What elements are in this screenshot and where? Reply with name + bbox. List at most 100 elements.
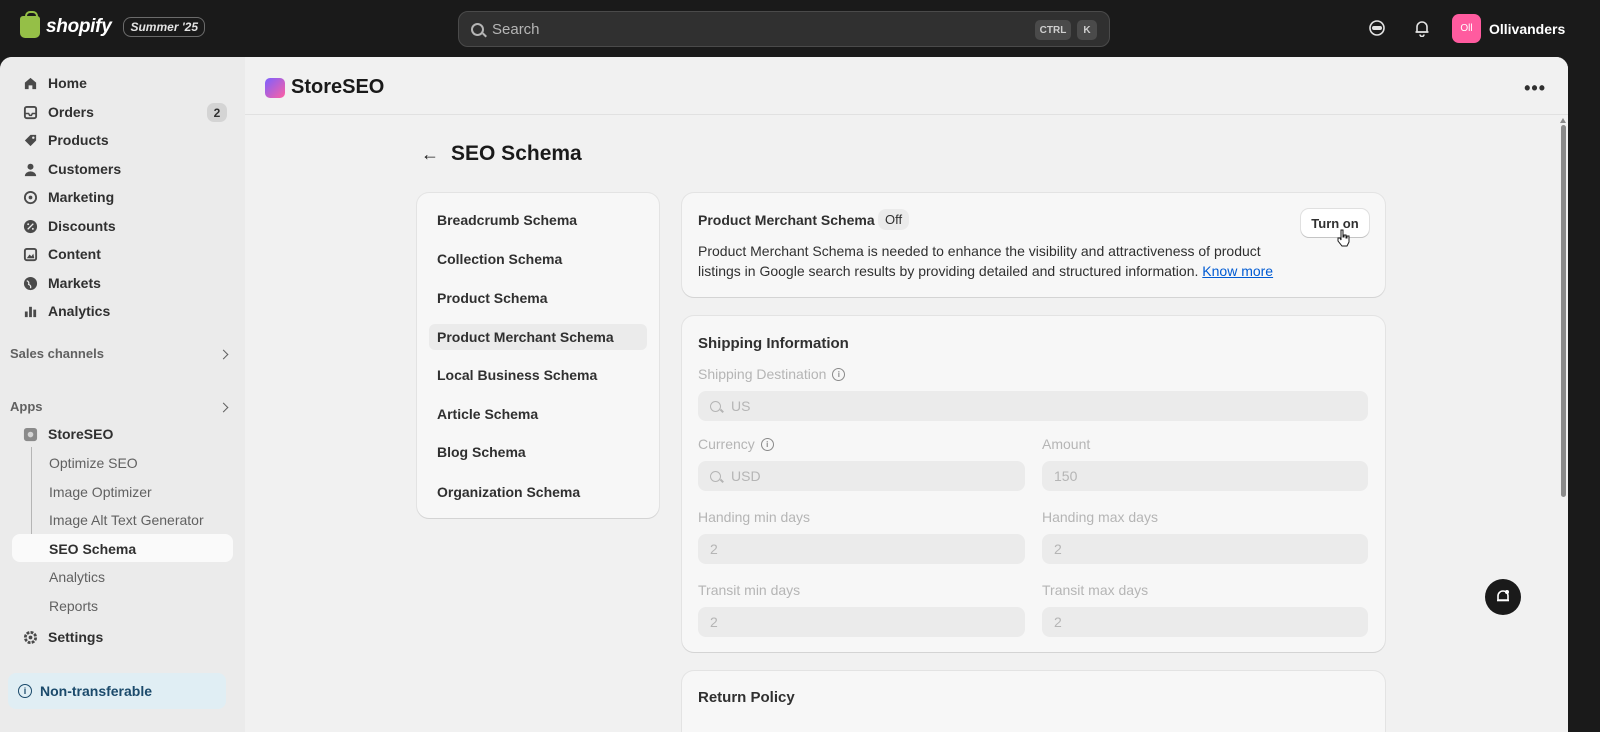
shopify-bag-icon	[20, 11, 40, 38]
notification-fab[interactable]	[1485, 579, 1521, 615]
home-icon	[22, 75, 38, 91]
search-icon	[710, 470, 721, 482]
amount-field[interactable]: 150	[1042, 461, 1368, 491]
transit-max-label: Transit max days	[1042, 582, 1149, 598]
sidebar-item-label: Discounts	[48, 218, 116, 234]
merchant-description: Product Merchant Schema is needed to enh…	[698, 241, 1298, 281]
sidebar-item-label: Orders	[48, 104, 94, 120]
handling-min-label: Handing min days	[698, 509, 811, 525]
sidekick-icon[interactable]	[1367, 18, 1387, 38]
scrollbar-thumb[interactable]	[1561, 125, 1566, 497]
schema-item-article[interactable]: Article Schema	[437, 406, 538, 422]
chevron-right-icon[interactable]	[218, 349, 229, 360]
sidebar-item-products[interactable]: Products	[12, 126, 233, 154]
sidebar-subitem-analytics[interactable]: Analytics	[49, 569, 105, 585]
sidebar-item-orders[interactable]: Orders 2	[12, 98, 233, 126]
app-header: StoreSEO •••	[245, 57, 1568, 115]
storeseo-app-icon	[22, 426, 38, 442]
amount-label: Amount	[1042, 436, 1091, 452]
status-badge: Off	[878, 209, 910, 230]
chevron-right-icon[interactable]	[218, 402, 229, 413]
info-icon[interactable]: i	[760, 437, 774, 451]
discount-icon	[22, 218, 38, 234]
more-actions-icon[interactable]: •••	[1524, 78, 1546, 99]
sidebar-item-content[interactable]: Content	[12, 240, 233, 268]
sidebar-item-markets[interactable]: Markets	[12, 269, 233, 297]
tag-icon	[22, 132, 38, 148]
shortcut-ctrl-key: CTRL	[1035, 20, 1071, 40]
hand-cursor-icon	[1337, 229, 1350, 247]
sidebar-subitem-seo-schema[interactable]: SEO Schema	[49, 541, 136, 557]
app-title: StoreSEO	[265, 76, 384, 99]
scroll-up-arrow[interactable]	[1560, 118, 1566, 123]
info-icon: i	[18, 684, 32, 698]
schema-item-blog[interactable]: Blog Schema	[437, 444, 526, 460]
transit-max-field[interactable]: 2	[1042, 607, 1368, 637]
field-value: USD	[731, 468, 761, 484]
shipping-destination-label: Shipping Destination i	[698, 366, 846, 382]
non-transferable-notice[interactable]: i Non-transferable	[8, 673, 226, 709]
sidebar-item-home[interactable]: Home	[12, 69, 233, 97]
bar-chart-icon	[22, 303, 38, 319]
inbox-icon	[22, 104, 38, 120]
merchant-schema-title: Product Merchant Schema	[698, 212, 875, 228]
info-icon[interactable]: i	[832, 367, 846, 381]
handling-max-label: Handing max days	[1042, 509, 1158, 525]
sidebar-subitem-alt-text-generator[interactable]: Image Alt Text Generator	[49, 512, 204, 528]
search-icon	[471, 22, 484, 36]
page-title: ← SEO Schema	[421, 142, 582, 166]
shipping-destination-field[interactable]: US	[698, 391, 1368, 421]
search-bar[interactable]: Search CTRL K	[458, 11, 1110, 47]
storeseo-logo-icon	[265, 77, 285, 98]
handling-min-field[interactable]: 2	[698, 534, 1025, 564]
top-bar: shopify Summer '25 Search CTRL K Oll Oll…	[0, 0, 1600, 57]
brand-name: shopify	[46, 16, 112, 37]
sidebar-subitem-reports[interactable]: Reports	[49, 598, 98, 614]
schema-item-breadcrumb[interactable]: Breadcrumb Schema	[437, 212, 577, 228]
currency-label: Currency i	[698, 436, 774, 452]
schema-item-organization[interactable]: Organization Schema	[437, 484, 580, 500]
store-name: Ollivanders	[1489, 20, 1566, 37]
tree-connector	[31, 447, 32, 545]
sidebar-item-label: Customers	[48, 161, 122, 177]
sidebar-item-marketing[interactable]: Marketing	[12, 183, 233, 211]
globe-icon	[22, 275, 38, 291]
sidebar-item-storeseo[interactable]: StoreSEO	[12, 420, 233, 448]
sidebar-item-customers[interactable]: Customers	[12, 155, 233, 183]
sidebar-item-label: StoreSEO	[48, 426, 114, 442]
sidebar-item-discounts[interactable]: Discounts	[12, 212, 233, 240]
target-icon	[22, 189, 38, 205]
know-more-link[interactable]: Know more	[1202, 263, 1273, 279]
bell-icon[interactable]	[1412, 18, 1432, 38]
return-policy-title: Return Policy	[698, 689, 795, 706]
shipping-information-card: Shipping Information Shipping Destinatio…	[682, 316, 1385, 652]
sidebar-item-label: Markets	[48, 275, 101, 291]
schema-item-collection[interactable]: Collection Schema	[437, 251, 562, 267]
sidebar-item-label: Marketing	[48, 189, 115, 205]
sidebar-subitem-optimize-seo[interactable]: Optimize SEO	[49, 455, 138, 471]
schema-item-product-merchant[interactable]: Product Merchant Schema	[437, 329, 614, 345]
person-icon	[22, 161, 38, 177]
shipping-section-title: Shipping Information	[698, 335, 849, 352]
sidebar-item-settings[interactable]: Settings	[12, 623, 233, 651]
shopify-logo[interactable]: shopify Summer '25	[20, 11, 206, 38]
back-arrow-icon[interactable]: ←	[421, 144, 439, 165]
transit-min-field[interactable]: 2	[698, 607, 1025, 637]
apps-heading[interactable]: Apps	[10, 399, 43, 414]
handling-max-field[interactable]: 2	[1042, 534, 1368, 564]
sales-channels-heading[interactable]: Sales channels	[10, 346, 104, 361]
turn-on-button[interactable]: Turn on	[1301, 209, 1369, 237]
sidebar-item-analytics[interactable]: Analytics	[12, 297, 233, 325]
label-text: Shipping Destination	[698, 366, 827, 382]
sidebar-item-label: Analytics	[48, 303, 111, 319]
edition-badge[interactable]: Summer '25	[123, 17, 206, 37]
currency-field[interactable]: USD	[698, 461, 1025, 491]
sidebar: Home Orders 2 Products Customers Marketi…	[0, 57, 245, 732]
sidebar-subitem-image-optimizer[interactable]: Image Optimizer	[49, 484, 152, 500]
schema-item-local-business[interactable]: Local Business Schema	[437, 367, 597, 383]
sidebar-item-label: Settings	[48, 629, 104, 645]
store-menu[interactable]: Oll Ollivanders	[1452, 14, 1565, 43]
page-title-text: SEO Schema	[451, 142, 582, 165]
schema-item-product[interactable]: Product Schema	[437, 290, 547, 306]
app-title-text: StoreSEO	[291, 76, 385, 98]
